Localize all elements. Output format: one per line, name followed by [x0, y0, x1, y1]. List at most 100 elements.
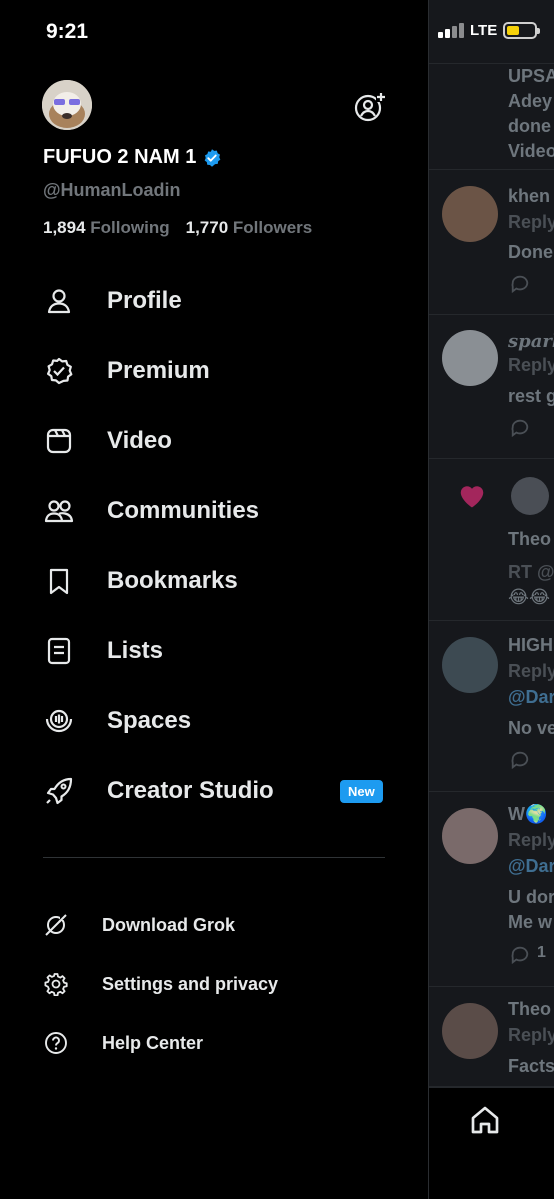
following-label: Following — [90, 218, 170, 237]
feed-item[interactable]: HIGH Reply @Dar No ve — [429, 621, 554, 792]
menu-label: Video — [107, 427, 172, 454]
reply-count: 1 — [537, 944, 546, 961]
menu-item-premium[interactable]: Premium — [0, 336, 428, 406]
menu-item-help-center[interactable]: Help Center — [0, 1020, 428, 1066]
reply-icon[interactable] — [509, 945, 531, 965]
feed-item[interactable]: khen Reply Done — [429, 170, 554, 315]
user-handle: @HumanLoadin — [43, 180, 181, 200]
menu-label: Settings and privacy — [102, 973, 279, 994]
menu-item-communities[interactable]: Communities — [0, 476, 428, 546]
feed-avatar — [442, 330, 498, 386]
spaces-icon — [45, 709, 73, 733]
feed-mention[interactable]: @Dar — [508, 856, 554, 877]
display-name[interactable]: FUFUO 2 NAM 1 — [43, 146, 222, 169]
followers-label: Followers — [232, 218, 313, 237]
feed-text: 😂😂 — [508, 587, 551, 607]
feed-text: U dor — [508, 887, 554, 907]
menu-item-profile[interactable]: Profile — [0, 266, 428, 336]
reply-icon[interactable] — [509, 750, 531, 770]
signal-icon — [438, 23, 464, 38]
gear-icon — [44, 973, 68, 996]
feed-text: RT @ — [508, 562, 554, 582]
feed-text: Reply — [508, 1025, 554, 1045]
feed-text: spark — [508, 331, 554, 352]
feed-text: UPSA — [508, 66, 554, 86]
feed-text: Theo — [508, 999, 551, 1019]
feed-text: Reply — [508, 355, 554, 375]
feed-avatar — [442, 637, 498, 693]
follow-stats: 1,894 Following 1,770 Followers — [43, 218, 312, 238]
feed-text: Done — [508, 242, 553, 262]
premium-badge-icon — [47, 357, 73, 385]
menu-divider — [43, 857, 385, 858]
rocket-icon — [46, 777, 73, 805]
feed-item[interactable]: spark Reply rest g — [429, 315, 554, 459]
display-name-text: FUFUO 2 NAM 1 — [43, 146, 197, 168]
feed-text: rest g — [508, 386, 554, 406]
followers-link[interactable]: 1,770 Followers — [186, 218, 313, 238]
menu-item-video[interactable]: Video — [0, 406, 428, 476]
status-indicators: LTE — [438, 22, 541, 39]
menu-label: Spaces — [107, 707, 192, 734]
feed-text: Reply — [508, 661, 554, 681]
video-icon — [46, 428, 72, 454]
reply-icon[interactable] — [509, 418, 531, 438]
feed-mention[interactable]: @Dar — [508, 687, 554, 708]
status-time: 9:21 — [46, 20, 89, 43]
new-badge: New — [340, 779, 383, 803]
feed-avatar — [442, 808, 498, 864]
navigation-drawer: 9:21 FUFUO 2 NAM 1 @HumanLoadin 1,894 Fo… — [0, 0, 428, 1199]
menu-label: Communities — [107, 497, 260, 524]
person-icon — [47, 289, 71, 314]
menu-label: Lists — [107, 637, 164, 664]
communities-icon — [44, 500, 74, 523]
battery-icon — [503, 22, 541, 39]
menu-item-download-grok[interactable]: Download Grok — [0, 902, 428, 948]
feed-item[interactable]: UPSA Adey done Video — [429, 64, 554, 170]
feed-item[interactable]: W🌍 Reply @Dar U dor Me w 1 — [429, 792, 554, 987]
following-link[interactable]: 1,894 Following — [43, 218, 170, 238]
bookmark-icon — [49, 568, 69, 595]
feed-item[interactable]: Theo RT @ 😂😂 — [429, 459, 554, 621]
list-icon — [47, 637, 71, 665]
reply-icon[interactable] — [509, 274, 531, 294]
menu-label: Help Center — [102, 1032, 204, 1053]
feed-text: Facts — [508, 1056, 554, 1076]
menu-item-lists[interactable]: Lists — [0, 616, 428, 686]
feed-avatar — [511, 477, 549, 515]
feed-text: Reply — [508, 212, 554, 232]
bottom-tab-bar — [429, 1087, 554, 1199]
feed-text: W🌍 — [508, 804, 548, 824]
help-icon — [45, 1032, 67, 1054]
menu-label: Bookmarks — [107, 567, 238, 594]
feed-text: HIGH — [508, 635, 553, 655]
feed-text: khen — [508, 186, 551, 206]
home-icon[interactable] — [469, 1104, 501, 1136]
feed-text: Me w — [508, 912, 553, 932]
grok-icon — [45, 914, 68, 936]
verified-badge-icon — [205, 148, 221, 167]
feed-text: Reply — [508, 830, 554, 850]
feed-item[interactable]: Theo Reply Facts — [429, 987, 554, 1087]
menu-label: Creator Studio — [107, 777, 274, 804]
add-account-icon[interactable] — [352, 90, 386, 124]
feed-avatar — [442, 186, 498, 242]
feed-text: No ve — [508, 718, 554, 738]
feed-text: Adey — [508, 91, 553, 111]
menu-label: Profile — [107, 287, 182, 314]
heart-icon — [460, 486, 484, 508]
background-feed: UPSA Adey done Video khen Reply Done spa… — [428, 0, 554, 1199]
feed-text: done — [508, 116, 551, 136]
feed-text: Video — [508, 141, 554, 161]
followers-count: 1,770 — [185, 218, 229, 237]
network-label: LTE — [470, 22, 498, 39]
avatar[interactable] — [42, 80, 92, 130]
menu-label: Premium — [107, 357, 210, 384]
menu-item-bookmarks[interactable]: Bookmarks — [0, 546, 428, 616]
menu-item-spaces[interactable]: Spaces — [0, 686, 428, 756]
menu-label: Download Grok — [102, 914, 236, 935]
feed-avatar — [442, 1003, 498, 1059]
feed-text: Theo — [508, 529, 551, 549]
menu-item-creator-studio[interactable]: Creator Studio New — [0, 756, 428, 826]
menu-item-settings[interactable]: Settings and privacy — [0, 961, 428, 1007]
